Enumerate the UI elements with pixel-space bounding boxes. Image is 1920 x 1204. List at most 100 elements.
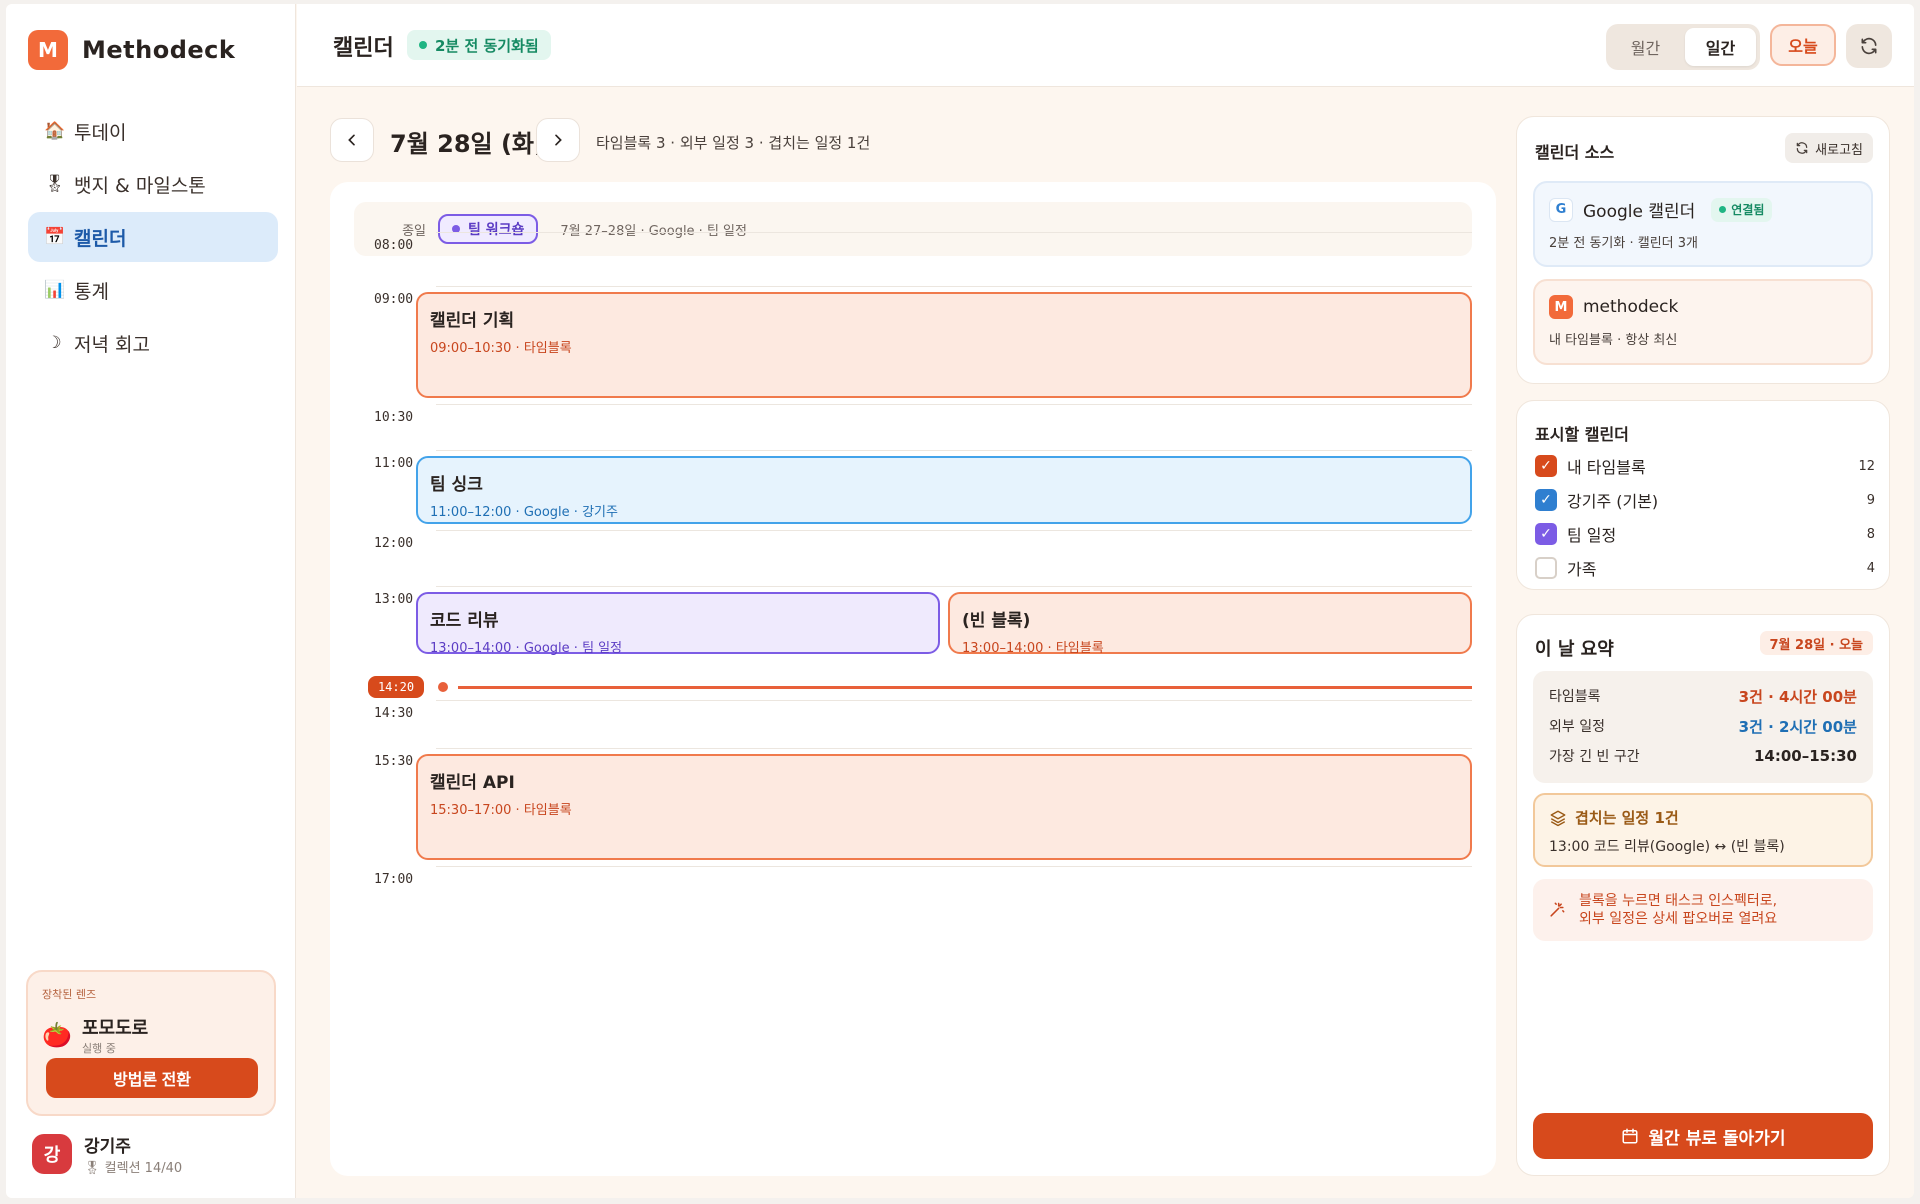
visible-calendars-card: 표시할 캘린더 ✓ 내 타임블록 12 ✓ 강기주 (기본) 9 ✓ 팀 일정 8 가족 4 <box>1516 400 1890 590</box>
google-icon: G <box>1549 197 1573 222</box>
brand-logo: M <box>28 30 68 70</box>
event-meta: 11:00–12:00 · Google · 강기주 <box>430 505 618 520</box>
equipped-lens-card: 장착된 렌즈 🍅 포모도로 실행 중 방법론 전환 <box>26 970 276 1116</box>
source-google-name: Google 캘린더 <box>1583 202 1696 222</box>
summary-value: 14:00–15:30 <box>1754 747 1857 765</box>
time-label: 08:00 <box>374 238 414 253</box>
brand[interactable]: M Methodeck <box>28 30 235 70</box>
calendar-event[interactable]: (빈 블록) 13:00–14:00 · 타임블록 <box>948 592 1472 656</box>
hour-gridline <box>436 286 1472 287</box>
hour-gridline <box>436 450 1472 451</box>
summary-stats: 타임블록 3건 · 4시간 00분 외부 일정 3건 · 2시간 00분가장 긴 빈 … <box>1533 671 1873 783</box>
event-meta: 13:00–14:00 · Google · 팀 일정 <box>430 641 623 656</box>
source-google-sub: 2분 전 동기화 · 캘린더 3개 <box>1549 236 1698 251</box>
summary-row: 타임블록 3건 · 4시간 00분 <box>1549 681 1857 711</box>
sidebar-item-label: 저녁 회고 <box>74 333 150 356</box>
chevron-left-icon <box>348 134 355 146</box>
calendar-filter-item[interactable]: 가족 4 <box>1535 555 1875 581</box>
sidebar-item-1[interactable]: 🎖 뱃지 & 마일스톤 <box>28 159 278 209</box>
sources-refresh-button[interactable]: 새로고침 <box>1785 133 1873 163</box>
source-google[interactable]: G Google 캘린더 연결됨 2분 전 동기화 · 캘린더 3개 <box>1533 181 1873 267</box>
all-day-label: 종일 <box>402 223 426 239</box>
sync-button[interactable] <box>1846 24 1892 68</box>
event-title: 팀 싱크 <box>430 475 483 495</box>
sidebar-item-0[interactable]: 🏠 투데이 <box>28 106 278 156</box>
view-monthly-button[interactable]: 월간 <box>1610 28 1681 66</box>
back-to-monthly-button[interactable]: 월간 뷰로 돌아가기 <box>1533 1113 1873 1159</box>
prev-day-button[interactable] <box>330 118 374 162</box>
summary-label: 가장 긴 빈 구간 <box>1549 749 1640 765</box>
user-profile[interactable]: 강 강기주 🎖 컬렉션 14/40 <box>32 1132 182 1176</box>
user-collection: 🎖 컬렉션 14/40 <box>84 1157 182 1176</box>
calendar-filter-count: 9 <box>1866 492 1875 508</box>
medal-icon: 🎖 <box>84 1161 101 1176</box>
event-title: (빈 블록) <box>962 611 1031 631</box>
calendar-event[interactable]: 캘린더 기획 09:00–10:30 · 타임블록 <box>416 292 1472 398</box>
event-title: 캘린더 기획 <box>430 311 515 331</box>
calendar-filter-name: 가족 <box>1567 560 1597 579</box>
summary-row: 외부 일정 3건 · 2시간 00분 <box>1549 711 1857 741</box>
calendar-filter-item[interactable]: ✓ 내 타임블록 12 <box>1535 453 1875 479</box>
hour-gridline <box>436 866 1472 867</box>
source-methodeck[interactable]: M methodeck 내 타임블록 · 항상 최신 <box>1533 279 1873 365</box>
sidebar-item-2[interactable]: 📅 캘린더 <box>28 212 278 262</box>
source-connected-badge: 연결됨 <box>1711 197 1773 222</box>
calendar-event[interactable]: 코드 리뷰 13:00–14:00 · Google · 팀 일정 <box>416 592 940 656</box>
sidebar-item-3[interactable]: 📊 통계 <box>28 265 278 315</box>
sidebar-item-label: 뱃지 & 마일스톤 <box>74 174 206 197</box>
checkbox-checked-icon[interactable]: ✓ <box>1535 523 1557 545</box>
checkbox-checked-icon[interactable]: ✓ <box>1535 489 1557 511</box>
calendar-filter-name: 팀 일정 <box>1567 526 1617 545</box>
calendar-filter-count: 12 <box>1858 458 1875 474</box>
switch-methodology-button[interactable]: 방법론 전환 <box>46 1058 258 1098</box>
calendar-filter-item[interactable]: ✓ 강기주 (기본) 9 <box>1535 487 1875 513</box>
current-time-badge: 14:20 <box>368 675 424 698</box>
calendar-filter-name: 내 타임블록 <box>1567 458 1646 477</box>
event-meta: 09:00–10:30 · 타임블록 <box>430 341 572 356</box>
page-title: 캘린더 <box>333 36 394 61</box>
sidebar-item-label: 투데이 <box>74 121 127 144</box>
hour-gridline <box>436 404 1472 405</box>
day-title: 7월 28일 (화) <box>390 130 545 158</box>
sidebar-item-4[interactable]: ☽ 저녁 회고 <box>28 318 278 368</box>
event-title: 코드 리뷰 <box>430 611 499 631</box>
sidebar: M Methodeck 🏠 투데이 🎖 뱃지 & 마일스톤 📅 캘린더 📊 통계 ☽ 저녁 회고 … <box>6 4 296 1198</box>
source-connected-text: 연결됨 <box>1731 203 1765 217</box>
day-meta: 타임블록 3 · 외부 일정 3 · 겹치는 일정 1건 <box>596 134 871 152</box>
overlap-detail: 13:00 코드 리뷰(Google) ↔ (빈 블록) <box>1549 839 1785 855</box>
refresh-icon <box>1796 142 1808 154</box>
current-time-line <box>458 685 1472 689</box>
next-day-button[interactable] <box>536 118 580 162</box>
calendar-sources-title: 캘린더 소스 <box>1535 143 1615 162</box>
calendar-event[interactable]: 팀 싱크 11:00–12:00 · Google · 강기주 <box>416 456 1472 524</box>
source-methodeck-name: methodeck <box>1583 297 1679 317</box>
overlap-alert[interactable]: 겹치는 일정 1건 13:00 코드 리뷰(Google) ↔ (빈 블록) <box>1533 793 1873 867</box>
time-label: 12:00 <box>374 536 414 551</box>
house-icon: 🏠 <box>44 121 66 141</box>
event-meta: 13:00–14:00 · 타임블록 <box>962 641 1104 656</box>
checkbox-checked-icon[interactable]: ✓ <box>1535 455 1557 477</box>
brand-name: Methodeck <box>82 36 236 64</box>
all-day-event-chip[interactable]: 팀 워크숍 <box>438 214 539 244</box>
chevron-right-icon <box>555 134 562 146</box>
visible-calendars-title: 표시할 캘린더 <box>1535 425 1629 444</box>
view-daily-button[interactable]: 일간 <box>1685 28 1756 66</box>
lens-label: 장착된 렌즈 <box>42 988 97 1001</box>
calendar-icon <box>1622 1128 1638 1144</box>
time-label: 17:00 <box>374 872 414 887</box>
all-day-row: 종일 팀 워크숍 7월 27–28일 · Google · 팀 일정 <box>354 202 1472 256</box>
calendar-filter-item[interactable]: ✓ 팀 일정 8 <box>1535 521 1875 547</box>
topbar: 캘린더 2분 전 동기화됨 월간 일간 오늘 <box>297 4 1914 87</box>
app-window: M Methodeck 🏠 투데이 🎖 뱃지 & 마일스톤 📅 캘린더 📊 통계 ☽ 저녁 회고 … <box>6 4 1914 1198</box>
today-button[interactable]: 오늘 <box>1770 24 1836 66</box>
all-day-event-meta: 7월 27–28일 · Google · 팀 일정 <box>560 223 747 239</box>
summary-label: 외부 일정 <box>1549 719 1605 735</box>
source-methodeck-sub: 내 타임블록 · 항상 최신 <box>1549 333 1678 348</box>
sidebar-item-label: 통계 <box>74 280 109 303</box>
time-label: 14:30 <box>374 706 414 721</box>
sources-refresh-label: 새로고침 <box>1815 142 1863 158</box>
hour-gridline <box>436 700 1472 701</box>
methodeck-icon: M <box>1549 295 1573 319</box>
calendar-event[interactable]: 캘린더 API 15:30–17:00 · 타임블록 <box>416 754 1472 860</box>
checkbox-empty-icon[interactable] <box>1535 557 1557 579</box>
